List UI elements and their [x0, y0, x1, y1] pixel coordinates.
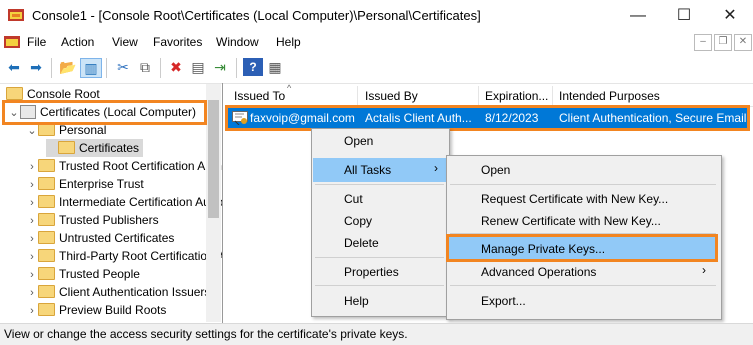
folder-icon — [38, 213, 55, 227]
submenu-export[interactable]: Export... — [481, 294, 526, 308]
folder-icon — [38, 285, 55, 299]
context-properties[interactable]: Properties — [344, 265, 399, 279]
submenu-request-new-key[interactable]: Request Certificate with New Key... — [481, 192, 668, 206]
tree-node-store[interactable]: › Trusted Publishers — [26, 211, 158, 230]
tree-node-store[interactable]: › Preview Build Roots — [26, 301, 166, 319]
minimize-button[interactable]: — — [615, 0, 661, 32]
tree-node-store[interactable]: ›Third-Party Root Certification Authorit… — [26, 247, 222, 266]
column-issued-to[interactable]: Issued To — [234, 89, 285, 103]
tree-scrollbar-thumb[interactable] — [208, 100, 219, 218]
menu-help[interactable]: Help — [276, 35, 301, 49]
context-menu — [311, 128, 450, 317]
copy-icon[interactable]: ⧉ — [135, 58, 155, 76]
chevron-right-icon[interactable]: › — [26, 248, 38, 266]
menu-separator — [450, 285, 716, 286]
context-cut[interactable]: Cut — [344, 192, 363, 206]
menu-favorites[interactable]: Favorites — [153, 35, 202, 49]
context-all-tasks[interactable]: All Tasks — [344, 163, 391, 177]
column-intended-purposes[interactable]: Intended Purposes — [559, 89, 660, 103]
folder-icon — [38, 177, 55, 191]
context-open[interactable]: Open — [344, 134, 373, 148]
tree-node-store[interactable]: › Trusted People — [26, 265, 140, 283]
context-copy[interactable]: Copy — [344, 214, 372, 228]
forward-arrow-icon[interactable]: ➡ — [26, 58, 46, 76]
folder-icon — [58, 141, 75, 155]
highlight-box-manage-keys — [446, 234, 718, 262]
console-menu-icon[interactable] — [4, 35, 20, 49]
context-help[interactable]: Help — [344, 294, 369, 308]
menu-separator — [315, 184, 444, 185]
tree-node-store[interactable]: ›Intermediate Certification Authorities — [26, 193, 222, 212]
tree-node-store[interactable]: › Client Authentication Issuers — [26, 283, 210, 301]
column-issued-by[interactable]: Issued By — [365, 89, 418, 103]
export-list-icon[interactable]: ⇥ — [210, 58, 230, 76]
help-icon[interactable]: ? — [243, 58, 263, 76]
mdi-restore-icon[interactable]: ❐ — [714, 34, 732, 51]
context-delete[interactable]: Delete — [344, 236, 379, 250]
delete-icon[interactable]: ✖ — [166, 58, 186, 76]
folder-icon — [38, 195, 55, 209]
chevron-right-icon[interactable]: › — [26, 266, 38, 284]
submenu-advanced-operations[interactable]: Advanced Operations — [481, 265, 596, 279]
status-text: View or change the access security setti… — [4, 327, 408, 341]
mdi-close-icon[interactable]: ✕ — [734, 34, 752, 51]
properties-icon[interactable]: ▤ — [188, 58, 208, 76]
menu-window[interactable]: Window — [216, 35, 259, 49]
tree-node-store[interactable]: › Untrusted Certificates — [26, 229, 174, 247]
chevron-right-icon[interactable]: › — [26, 230, 38, 248]
sort-ascending-icon: ^ — [287, 83, 292, 93]
folder-icon — [38, 249, 55, 263]
maximize-button[interactable]: ☐ — [661, 0, 707, 32]
tree-node-store[interactable]: ›Trusted Root Certification Authorities — [26, 157, 222, 176]
menu-view[interactable]: View — [112, 35, 138, 49]
chevron-right-icon[interactable]: › — [26, 284, 38, 302]
chevron-right-icon: › — [434, 161, 438, 175]
toolbar-separator — [236, 58, 237, 78]
title-bar: Console1 - [Console Root\Certificates (L… — [0, 0, 753, 32]
folder-open-icon — [38, 123, 55, 137]
close-button[interactable]: ✕ — [707, 0, 753, 32]
chevron-right-icon[interactable]: › — [26, 212, 38, 230]
submenu-open[interactable]: Open — [481, 163, 510, 177]
folder-icon — [6, 87, 23, 101]
cut-icon[interactable]: ✂ — [113, 58, 133, 76]
column-divider[interactable] — [357, 86, 358, 106]
menu-file[interactable]: File — [27, 35, 46, 49]
status-bar: View or change the access security setti… — [0, 323, 753, 345]
menu-separator — [315, 257, 444, 258]
column-divider[interactable] — [552, 86, 553, 106]
column-divider[interactable] — [478, 86, 479, 106]
submenu-renew-new-key[interactable]: Renew Certificate with New Key... — [481, 214, 661, 228]
window-title: Console1 - [Console Root\Certificates (L… — [32, 8, 481, 23]
folder-icon — [38, 159, 55, 173]
menu-separator — [315, 285, 444, 286]
menu-action[interactable]: Action — [61, 35, 94, 49]
chevron-right-icon[interactable]: › — [26, 176, 38, 194]
show-hide-tree-icon[interactable]: ▥ — [80, 58, 102, 78]
tree-node-store[interactable]: › Enterprise Trust — [26, 175, 144, 193]
toolbar-separator — [160, 58, 161, 78]
folder-icon — [38, 231, 55, 245]
highlight-box-cert-row — [225, 105, 750, 131]
mmc-app-icon — [8, 9, 24, 21]
folder-icon — [38, 267, 55, 281]
chevron-right-icon[interactable]: › — [26, 302, 38, 320]
mdi-minimize-icon[interactable]: – — [694, 34, 712, 51]
menu-separator — [450, 184, 716, 185]
toolbar-separator — [106, 58, 107, 78]
folder-icon — [38, 303, 55, 317]
chevron-right-icon: › — [702, 263, 706, 277]
column-expiration[interactable]: Expiration... — [485, 89, 548, 103]
chevron-right-icon[interactable]: › — [26, 158, 38, 176]
console-tree-icon[interactable]: ▦ — [265, 58, 285, 76]
back-arrow-icon[interactable]: ⬅ — [4, 58, 24, 76]
up-folder-icon[interactable]: 📂 — [58, 58, 78, 76]
highlight-box-certificates-local — [2, 100, 207, 125]
tree-node-certificates[interactable]: Certificates — [46, 139, 144, 157]
chevron-right-icon[interactable]: › — [26, 194, 38, 212]
toolbar-separator — [51, 58, 52, 78]
